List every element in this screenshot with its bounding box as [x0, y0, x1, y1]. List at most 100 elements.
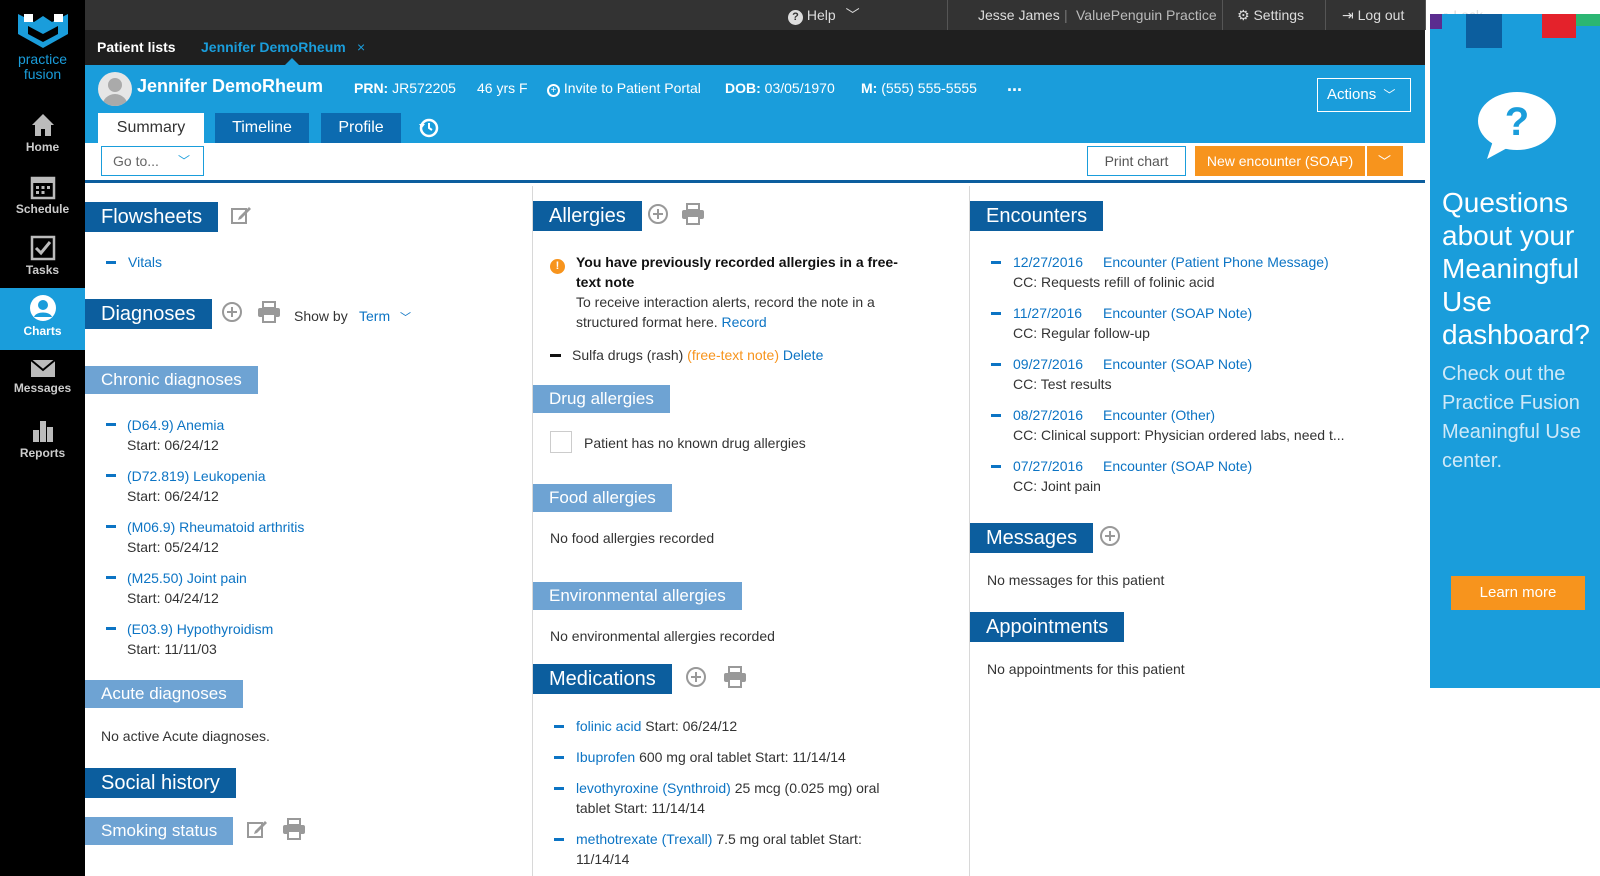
help-menu[interactable]: ? Help ﹀	[788, 0, 860, 30]
settings-button[interactable]: ⚙ Settings	[1237, 0, 1304, 30]
add-diagnosis-icon[interactable]	[222, 302, 242, 322]
diagnosis-start: Start: 04/24/12	[127, 590, 219, 606]
medication-link[interactable]: folinic acid	[576, 718, 641, 734]
edit-icon[interactable]	[230, 204, 252, 231]
bar-chart-icon	[32, 421, 53, 442]
bullet	[106, 474, 116, 477]
settings-label: Settings	[1253, 7, 1305, 23]
record-link[interactable]: Record	[722, 314, 767, 330]
encounter-type-link[interactable]: Encounter (Patient Phone Message)	[1103, 252, 1329, 272]
more-menu[interactable]: ...	[1007, 75, 1022, 95]
encounter-cc: CC: Test results	[1013, 376, 1112, 392]
home-icon	[31, 114, 54, 136]
chevron-down-icon: ﹀	[1383, 88, 1396, 102]
divider	[1425, 0, 1426, 30]
diagnosis-link[interactable]: (E03.9) Hypothyroidism	[127, 619, 273, 639]
encounter-date-link[interactable]: 11/27/2016	[1013, 303, 1082, 323]
diagnosis-link[interactable]: (M06.9) Rheumatoid arthritis	[127, 517, 304, 537]
medication-link[interactable]: Ibuprofen	[576, 749, 635, 765]
flowsheets-header: Flowsheets	[85, 202, 219, 232]
tab-profile[interactable]: Profile	[321, 113, 401, 143]
patient-tab[interactable]: Jennifer DemoRheum	[201, 30, 346, 65]
invite-portal-link[interactable]: + Invite to Patient Portal	[547, 78, 701, 98]
nav-reports[interactable]: Reports	[0, 412, 85, 474]
actions-button[interactable]: Actions ﹀	[1317, 78, 1411, 112]
messages-header: Messages	[970, 523, 1094, 553]
diagnosis-start: Start: 11/11/03	[127, 641, 217, 657]
food-allergies-empty: No food allergies recorded	[550, 530, 715, 546]
learn-more-button[interactable]: Learn more	[1451, 576, 1585, 610]
medication-item: Ibuprofen 600 mg oral tablet Start: 11/1…	[576, 747, 846, 767]
encounter-date-link[interactable]: 08/27/2016	[1013, 405, 1083, 425]
goto-dropdown[interactable]: Go to... ﹀	[101, 146, 204, 176]
new-encounter-dropdown[interactable]: ﹀	[1367, 146, 1403, 176]
checkbox-icon	[30, 235, 55, 261]
medication-detail: Start: 06/24/12	[645, 718, 738, 734]
encounter-date-link[interactable]: 07/27/2016	[1013, 456, 1083, 476]
env-allergies-empty: No environmental allergies recorded	[550, 628, 775, 644]
bullet	[991, 414, 1001, 417]
chart-toolbar: Go to... ﹀ Print chart New encounter (SO…	[85, 143, 1425, 183]
diagnosis-link[interactable]: (D64.9) Anemia	[127, 415, 224, 435]
user-name[interactable]: Jesse James	[978, 0, 1060, 30]
logout-button[interactable]: ⇥ Log out	[1342, 0, 1404, 30]
top-bar: ? Help ﹀ Jesse James | ValuePenguin Prac…	[85, 0, 1483, 30]
bullet	[991, 363, 1001, 366]
edit-icon[interactable]	[246, 818, 268, 845]
nav-tasks[interactable]: Tasks	[0, 229, 85, 291]
add-medication-icon[interactable]	[686, 667, 706, 687]
acute-empty: No active Acute diagnoses.	[101, 728, 270, 744]
chart-summary: Flowsheets Vitals Diagnoses Show by Term…	[85, 186, 1425, 876]
add-allergy-icon[interactable]	[648, 204, 668, 224]
allergy-warning-text-2: structured format here. Record	[576, 314, 767, 330]
new-encounter-button[interactable]: New encounter (SOAP)	[1195, 146, 1365, 176]
practice-fusion-logo[interactable]: practice fusion	[0, 12, 85, 82]
person-icon	[29, 295, 56, 321]
left-nav: practice fusion Home Schedule Tasks Char…	[0, 0, 85, 876]
show-by-dropdown[interactable]: Term ﹀	[359, 306, 411, 328]
medication-link[interactable]: levothyroxine (Synthroid)	[576, 780, 731, 796]
show-by-value: Term	[359, 308, 391, 324]
tab-summary[interactable]: Summary	[98, 113, 204, 143]
messages-empty: No messages for this patient	[987, 572, 1165, 588]
nav-charts[interactable]: Charts	[0, 288, 85, 350]
encounter-date-link[interactable]: 09/27/2016	[1013, 354, 1083, 374]
nav-messages[interactable]: Messages	[0, 351, 85, 413]
history-icon[interactable]	[418, 117, 440, 144]
practice-name[interactable]: ValuePenguin Practice	[1076, 0, 1217, 30]
nav-schedule[interactable]: Schedule	[0, 168, 85, 230]
print-chart-button[interactable]: Print chart	[1087, 146, 1186, 176]
appointments-header: Appointments	[970, 612, 1125, 642]
diagnosis-link[interactable]: (M25.50) Joint pain	[127, 568, 247, 588]
delete-allergy-link[interactable]: Delete	[783, 347, 823, 363]
print-icon[interactable]	[681, 203, 705, 230]
medication-link[interactable]: methotrexate (Trexall)	[576, 831, 712, 847]
bullet	[554, 787, 564, 790]
age-sex: 46 yrs F	[477, 80, 528, 96]
encounter-type-link[interactable]: Encounter (SOAP Note)	[1103, 354, 1252, 374]
encounter-date-link[interactable]: 12/27/2016	[1013, 252, 1083, 272]
medication-item: methotrexate (Trexall) 7.5 mg oral table…	[576, 829, 862, 849]
column-right: Encounters 12/27/2016 Encounter (Patient…	[970, 186, 1412, 876]
encounter-type-link[interactable]: Encounter (SOAP Note)	[1103, 303, 1252, 323]
print-icon[interactable]	[723, 666, 747, 693]
add-message-icon[interactable]	[1100, 526, 1120, 546]
print-icon[interactable]	[282, 818, 306, 845]
warning-icon: !	[550, 259, 565, 274]
meaningful-use-ad[interactable]: ? Questions about your Meaningful Use da…	[1430, 14, 1600, 688]
nka-checkbox[interactable]	[550, 431, 572, 453]
print-icon[interactable]	[257, 301, 281, 328]
patient-lists-link[interactable]: Patient lists	[97, 30, 176, 65]
encounter-cc: CC: Regular follow-up	[1013, 325, 1150, 341]
tab-timeline[interactable]: Timeline	[215, 113, 309, 143]
plus-circle-icon: +	[547, 84, 560, 97]
close-icon[interactable]: ×	[357, 30, 365, 65]
bullet	[991, 465, 1001, 468]
diagnosis-link[interactable]: (D72.819) Leukopenia	[127, 466, 266, 486]
flowsheet-vitals-link[interactable]: Vitals	[128, 252, 162, 272]
medication-item: levothyroxine (Synthroid) 25 mcg (0.025 …	[576, 778, 879, 798]
encounter-type-link[interactable]: Encounter (Other)	[1103, 405, 1215, 425]
calendar-icon	[30, 176, 55, 200]
nav-home[interactable]: Home	[0, 106, 85, 168]
encounter-type-link[interactable]: Encounter (SOAP Note)	[1103, 456, 1252, 476]
